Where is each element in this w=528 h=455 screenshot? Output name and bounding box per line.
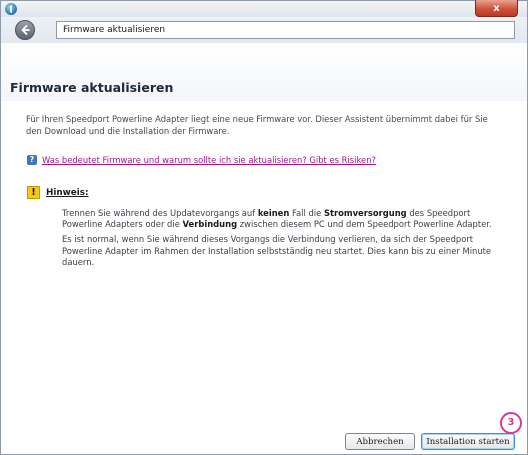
intro-section: Für Ihren Speedport Powerline Adapter li… [26, 114, 506, 137]
help-question-icon: ? [27, 155, 37, 165]
note-text: Trennen Sie während des Updatevorgangs a… [62, 208, 258, 218]
page-title: Firmware aktualisieren [10, 80, 174, 95]
note-body: Trennen Sie während des Updatevorgangs a… [62, 208, 510, 268]
note-text: zwischen diesem PC und dem Speedport Pow… [237, 219, 492, 230]
note-header: ! Hinweis: [27, 186, 89, 199]
note-emphasis: Stromversorgung [323, 208, 407, 218]
back-button[interactable] [15, 20, 35, 40]
start-installation-button[interactable]: Installation starten [421, 433, 515, 450]
note-paragraph-1: Trennen Sie während des Updatevorgangs a… [62, 208, 510, 230]
page-address-field: Firmware aktualisieren [56, 21, 515, 39]
intro-text: Für Ihren Speedport Powerline Adapter li… [26, 114, 488, 136]
wizard-window: x Firmware aktualisieren Firmware aktual… [0, 0, 528, 455]
cancel-button[interactable]: Abbrechen [345, 433, 415, 450]
close-button[interactable]: x [475, 0, 518, 17]
navigation-bar: Firmware aktualisieren [1, 17, 527, 43]
title-bar: x [1, 0, 527, 17]
note-text: Fall die [289, 208, 324, 218]
note-emphasis: Verbindung [182, 219, 238, 230]
note-emphasis: keinen [257, 208, 290, 218]
step-number-badge: 3 [500, 412, 522, 434]
help-link[interactable]: Was bedeutet Firmware und warum sollte i… [42, 155, 376, 165]
help-row: ? Was bedeutet Firmware und warum sollte… [27, 155, 376, 165]
warning-icon: ! [27, 186, 40, 199]
note-paragraph-2: Es ist normal, wenn Sie während dieses V… [62, 234, 492, 267]
back-arrow-icon [21, 25, 30, 35]
note-title: Hinweis: [46, 187, 89, 198]
app-icon [5, 3, 17, 15]
